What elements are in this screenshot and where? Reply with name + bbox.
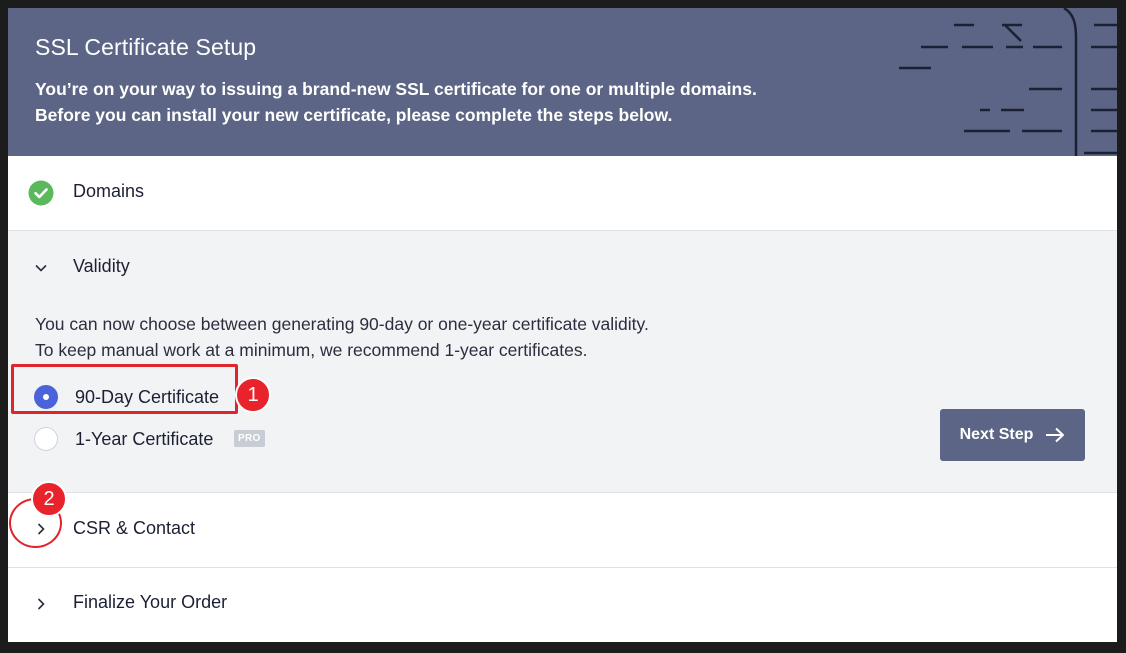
annotation-highlight-box xyxy=(11,364,238,414)
decorative-lines-graphic xyxy=(899,8,1117,156)
step-validity: Validity You can now choose between gene… xyxy=(8,231,1117,493)
page-title: SSL Certificate Setup xyxy=(35,34,257,60)
next-step-button[interactable]: Next Step xyxy=(940,409,1085,461)
check-circle-icon xyxy=(28,180,54,206)
validity-description: You can now choose between generating 90… xyxy=(35,311,649,363)
arrow-right-icon xyxy=(1046,427,1065,443)
ssl-setup-panel: SSL Certificate Setup You’re on your way… xyxy=(8,8,1117,642)
header-description: You’re on your way to issuing a brand-ne… xyxy=(35,76,757,128)
step-finalize-label: Finalize Your Order xyxy=(73,592,228,612)
step-validity-label[interactable]: Validity xyxy=(73,256,130,277)
radio-1-year[interactable] xyxy=(34,427,58,451)
header-desc-line-2: Before you can install your new certific… xyxy=(35,105,673,125)
step-finalize-order[interactable]: Finalize Your Order xyxy=(8,568,1117,642)
header-banner: SSL Certificate Setup You’re on your way… xyxy=(8,8,1117,156)
chevron-right-icon[interactable] xyxy=(33,596,49,612)
annotation-marker-2: 2 xyxy=(31,481,67,517)
step-domains-label: Domains xyxy=(73,181,145,201)
radio-1-year-label[interactable]: 1-Year Certificate xyxy=(75,429,213,450)
annotation-marker-1: 1 xyxy=(235,377,271,413)
step-domains[interactable]: Domains xyxy=(8,156,1117,231)
next-step-label: Next Step xyxy=(959,426,1034,443)
pro-badge: PRO xyxy=(234,430,265,447)
step-csr-contact[interactable]: CSR & Contact xyxy=(8,493,1117,568)
header-desc-line-1: You’re on your way to issuing a brand-ne… xyxy=(35,79,757,99)
validity-desc-line-1: You can now choose between generating 90… xyxy=(35,314,649,334)
chevron-down-icon[interactable] xyxy=(33,260,49,276)
step-csr-label: CSR & Contact xyxy=(73,518,196,538)
validity-desc-line-2: To keep manual work at a minimum, we rec… xyxy=(35,340,588,360)
